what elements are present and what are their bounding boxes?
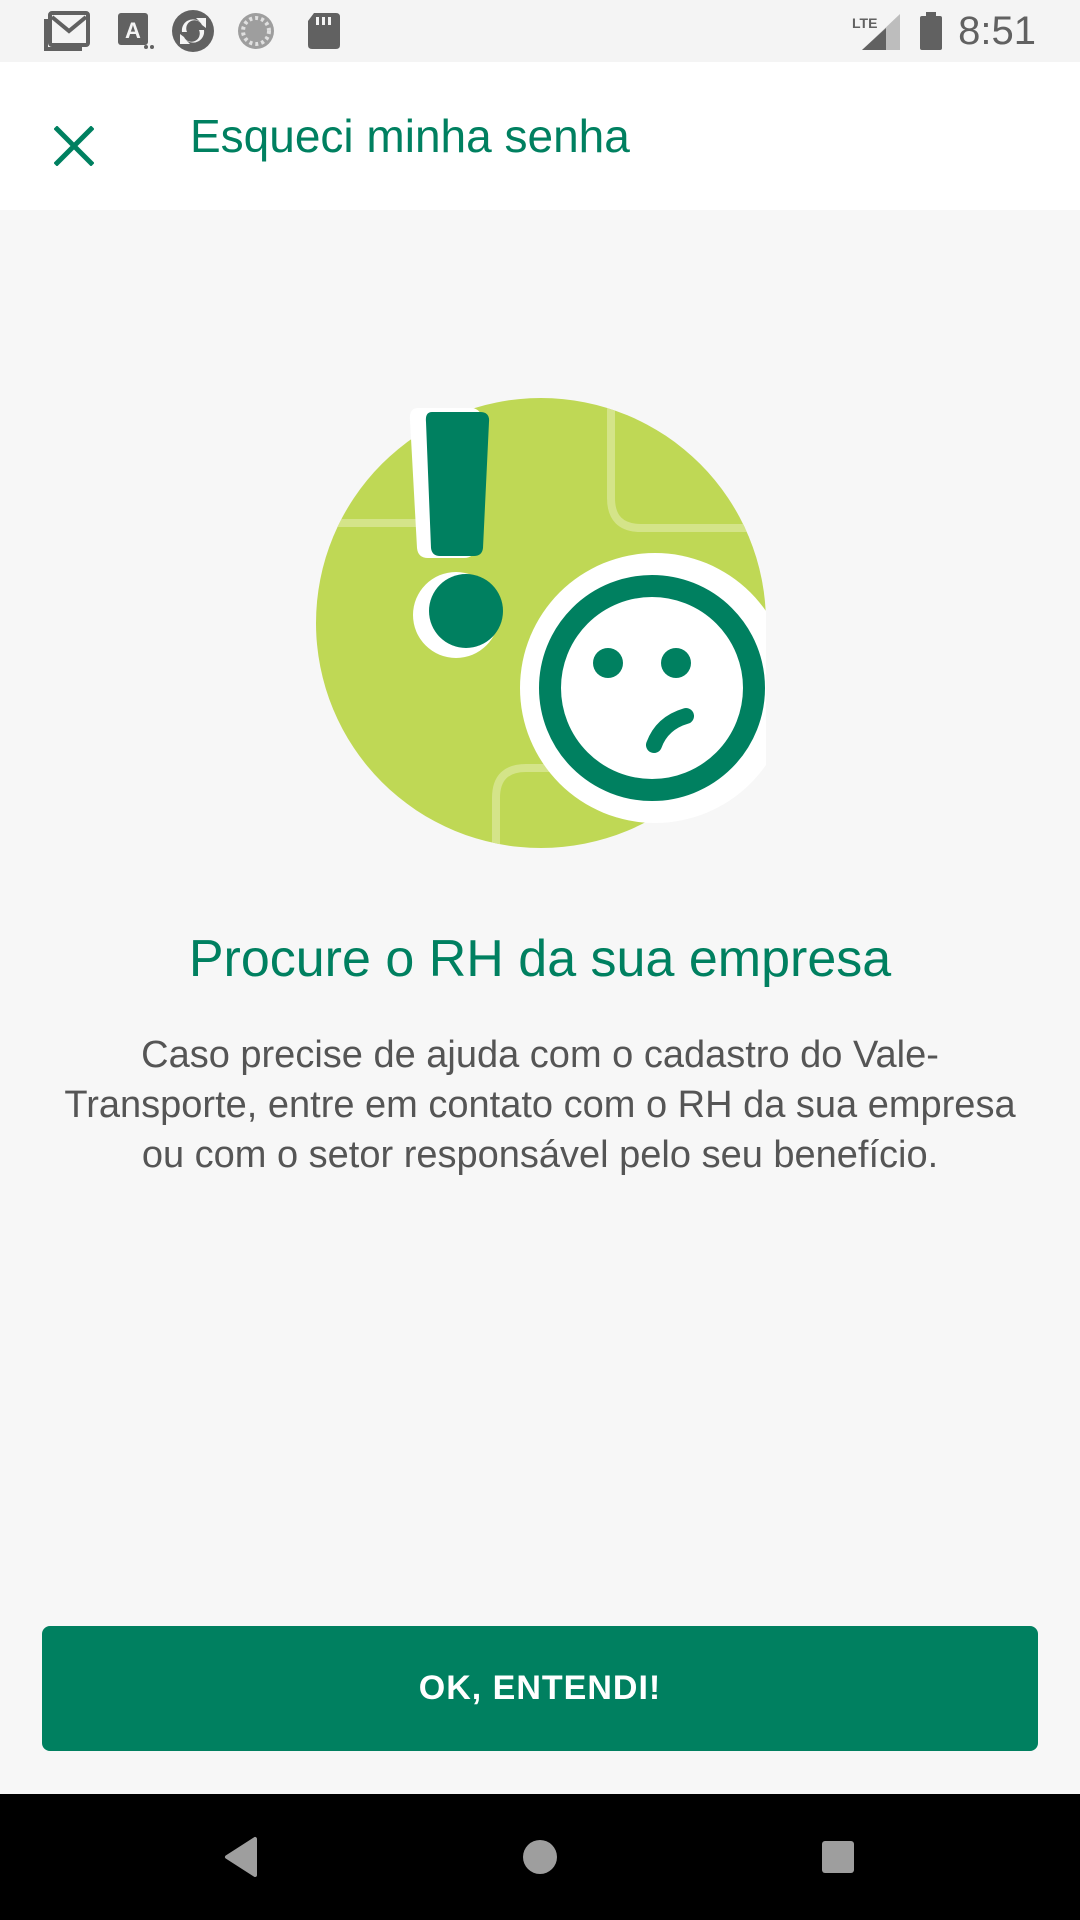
gmail-icon	[44, 11, 90, 51]
back-icon	[225, 1837, 257, 1877]
sd-card-icon	[308, 13, 340, 49]
network-type-label: LTE	[852, 15, 877, 31]
a-app-icon: A	[118, 13, 154, 49]
page-title: Esqueci minha senha	[190, 110, 630, 162]
body-text: Caso precise de ajuda com o cadastro do …	[64, 1034, 1016, 1176]
signal-icon: LTE	[852, 14, 900, 50]
app-bar: Esqueci minha senha	[0, 62, 1080, 210]
exclamation-sad-face-illustration	[316, 398, 766, 848]
home-button[interactable]	[505, 1822, 575, 1892]
recents-button[interactable]	[803, 1822, 873, 1892]
back-button[interactable]	[206, 1822, 276, 1892]
sync-app-icon	[172, 10, 214, 52]
ok-button-label: OK, ENTENDI!	[418, 1669, 662, 1707]
status-bar: A LTE 8:51	[0, 0, 1080, 62]
close-icon	[54, 126, 94, 166]
ok-button[interactable]: OK, ENTENDI!	[42, 1626, 1038, 1751]
screen: A LTE 8:51 Esqueci minha senha Procure o…	[0, 0, 1080, 1920]
headline: Procure o RH da sua empresa	[188, 930, 892, 988]
home-icon	[523, 1840, 557, 1874]
navigation-bar	[0, 1794, 1080, 1920]
battery-icon	[920, 12, 942, 50]
spinner-app-icon	[238, 13, 274, 49]
svg-text:A: A	[125, 18, 141, 43]
status-clock: 8:51	[958, 9, 1036, 53]
recents-icon	[822, 1841, 854, 1873]
close-button[interactable]	[30, 102, 118, 190]
